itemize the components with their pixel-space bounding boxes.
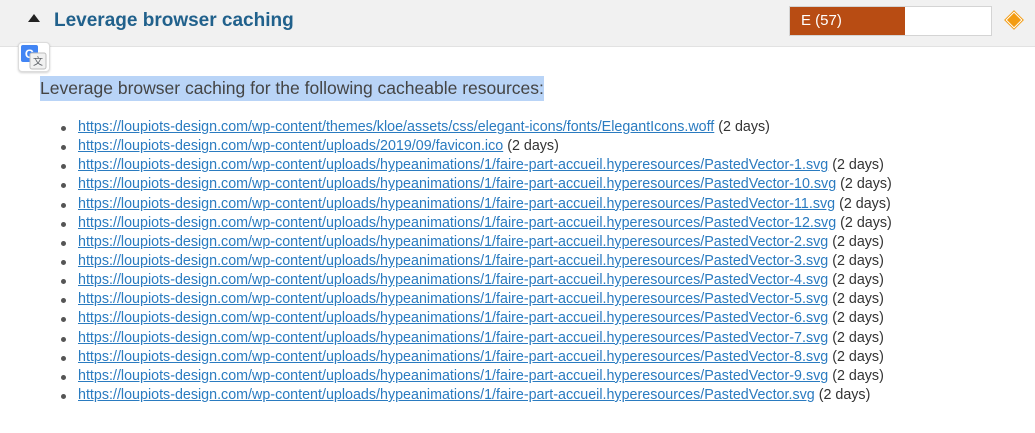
cache-duration: (2 days)	[832, 252, 884, 269]
cache-duration: (2 days)	[507, 138, 559, 155]
intro-text: Leverage browser caching for the followi…	[40, 76, 544, 101]
list-item: https://loupiots-design.com/wp-content/u…	[61, 156, 892, 175]
resource-link[interactable]: https://loupiots-design.com/wp-content/u…	[78, 387, 815, 403]
cache-duration: (2 days)	[840, 176, 892, 193]
grade-label: E (57)	[801, 12, 842, 29]
grade-bar: E (57)	[789, 6, 992, 36]
resource-link[interactable]: https://loupiots-design.com/wp-content/u…	[78, 310, 828, 326]
list-item: https://loupiots-design.com/wp-content/u…	[61, 290, 892, 309]
list-item: https://loupiots-design.com/wp-content/u…	[61, 348, 892, 367]
collapse-triangle-icon[interactable]	[28, 14, 40, 22]
list-item: https://loupiots-design.com/wp-content/u…	[61, 195, 892, 214]
recommendation-header[interactable]: Leverage browser caching E (57)	[0, 0, 1035, 47]
resource-link[interactable]: https://loupiots-design.com/wp-content/u…	[78, 349, 828, 365]
recommendation-title[interactable]: Leverage browser caching	[54, 9, 294, 33]
resource-link[interactable]: https://loupiots-design.com/wp-content/u…	[78, 330, 828, 346]
list-item: https://loupiots-design.com/wp-content/t…	[61, 118, 892, 137]
cache-duration: (2 days)	[832, 157, 884, 174]
cache-duration: (2 days)	[832, 367, 884, 384]
list-item: https://loupiots-design.com/wp-content/u…	[61, 214, 892, 233]
resource-link[interactable]: https://loupiots-design.com/wp-content/u…	[78, 253, 828, 269]
cache-duration: (2 days)	[718, 119, 770, 135]
svg-text:文: 文	[33, 55, 43, 68]
list-item: https://loupiots-design.com/wp-content/u…	[61, 271, 892, 290]
resource-list: https://loupiots-design.com/wp-content/t…	[61, 118, 892, 405]
list-item: https://loupiots-design.com/wp-content/u…	[61, 386, 892, 405]
list-item: https://loupiots-design.com/wp-content/u…	[61, 252, 892, 271]
priority-diamond-icon	[1005, 11, 1023, 29]
resource-link[interactable]: https://loupiots-design.com/wp-content/u…	[78, 291, 828, 307]
resource-link[interactable]: https://loupiots-design.com/wp-content/u…	[78, 368, 828, 384]
google-translate-glyph: G 文	[21, 45, 47, 70]
list-item: https://loupiots-design.com/wp-content/u…	[61, 329, 892, 348]
google-translate-icon[interactable]: G 文	[18, 42, 50, 72]
cache-duration: (2 days)	[832, 329, 884, 346]
list-item: https://loupiots-design.com/wp-content/u…	[61, 175, 892, 194]
cache-duration: (2 days)	[832, 291, 884, 308]
list-item: https://loupiots-design.com/wp-content/u…	[61, 233, 892, 252]
resource-link[interactable]: https://loupiots-design.com/wp-content/u…	[78, 138, 503, 154]
resource-link[interactable]: https://loupiots-design.com/wp-content/u…	[78, 272, 828, 288]
resource-link[interactable]: https://loupiots-design.com/wp-content/u…	[78, 157, 828, 173]
cache-duration: (2 days)	[832, 272, 884, 289]
cache-duration: (2 days)	[832, 310, 884, 327]
resource-link[interactable]: https://loupiots-design.com/wp-content/u…	[78, 196, 835, 212]
cache-duration: (2 days)	[832, 348, 884, 365]
resource-link[interactable]: https://loupiots-design.com/wp-content/u…	[78, 234, 828, 250]
cache-duration: (2 days)	[839, 195, 891, 212]
resource-link[interactable]: https://loupiots-design.com/wp-content/u…	[78, 176, 836, 192]
cache-duration: (2 days)	[832, 233, 884, 250]
cache-duration: (2 days)	[840, 214, 892, 231]
resource-link[interactable]: https://loupiots-design.com/wp-content/t…	[78, 119, 714, 135]
list-item: https://loupiots-design.com/wp-content/u…	[61, 367, 892, 386]
list-item: https://loupiots-design.com/wp-content/u…	[61, 309, 892, 328]
list-item: https://loupiots-design.com/wp-content/u…	[61, 137, 892, 156]
resource-link[interactable]: https://loupiots-design.com/wp-content/u…	[78, 215, 836, 231]
cache-duration: (2 days)	[818, 386, 871, 403]
